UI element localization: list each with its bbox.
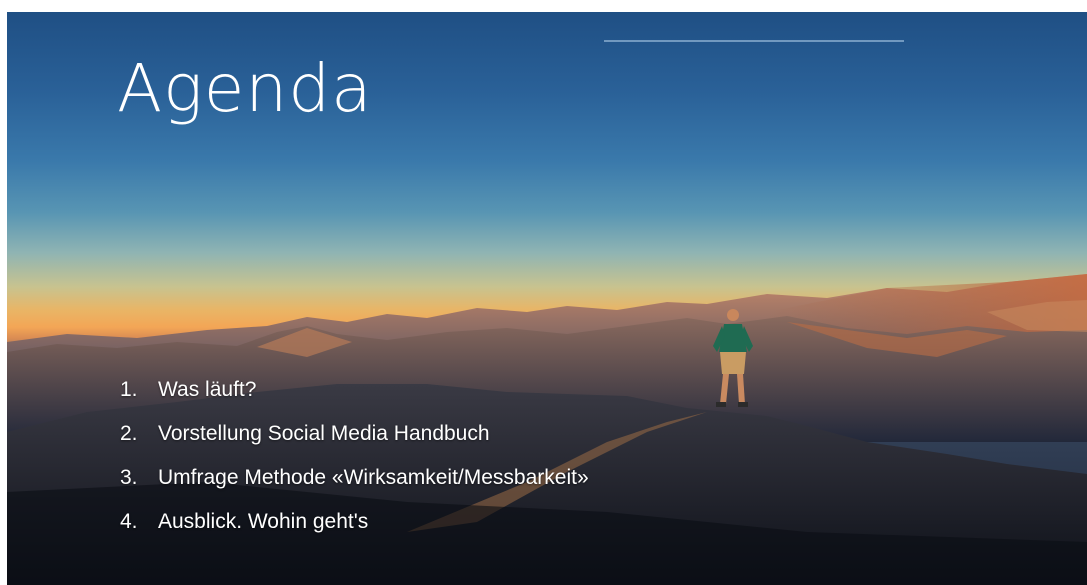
agenda-list: 1. Was läuft? 2. Vorstellung Social Medi… <box>120 368 589 544</box>
agenda-item-text: Was läuft? <box>158 378 257 401</box>
agenda-item-number: 3. <box>120 466 138 489</box>
agenda-item: 3. Umfrage Methode «Wirksamkeit/Messbark… <box>120 456 589 500</box>
decorative-rule <box>604 40 904 42</box>
agenda-item-text: Umfrage Methode «Wirksamkeit/Messbarkeit… <box>158 466 589 489</box>
agenda-item-number: 1. <box>120 378 138 401</box>
agenda-item-text: Ausblick. Wohin geht's <box>158 510 369 533</box>
slide-title: Agenda <box>117 50 373 127</box>
agenda-item-text: Vorstellung Social Media Handbuch <box>158 422 490 445</box>
agenda-slide: Agenda 1. Was läuft? 2. Vorstellung Soci… <box>7 12 1087 585</box>
agenda-item-number: 2. <box>120 422 138 445</box>
agenda-item: 2. Vorstellung Social Media Handbuch <box>120 412 589 456</box>
agenda-item-number: 4. <box>120 510 138 533</box>
agenda-item: 4. Ausblick. Wohin geht's <box>120 500 589 544</box>
agenda-item: 1. Was läuft? <box>120 368 589 412</box>
